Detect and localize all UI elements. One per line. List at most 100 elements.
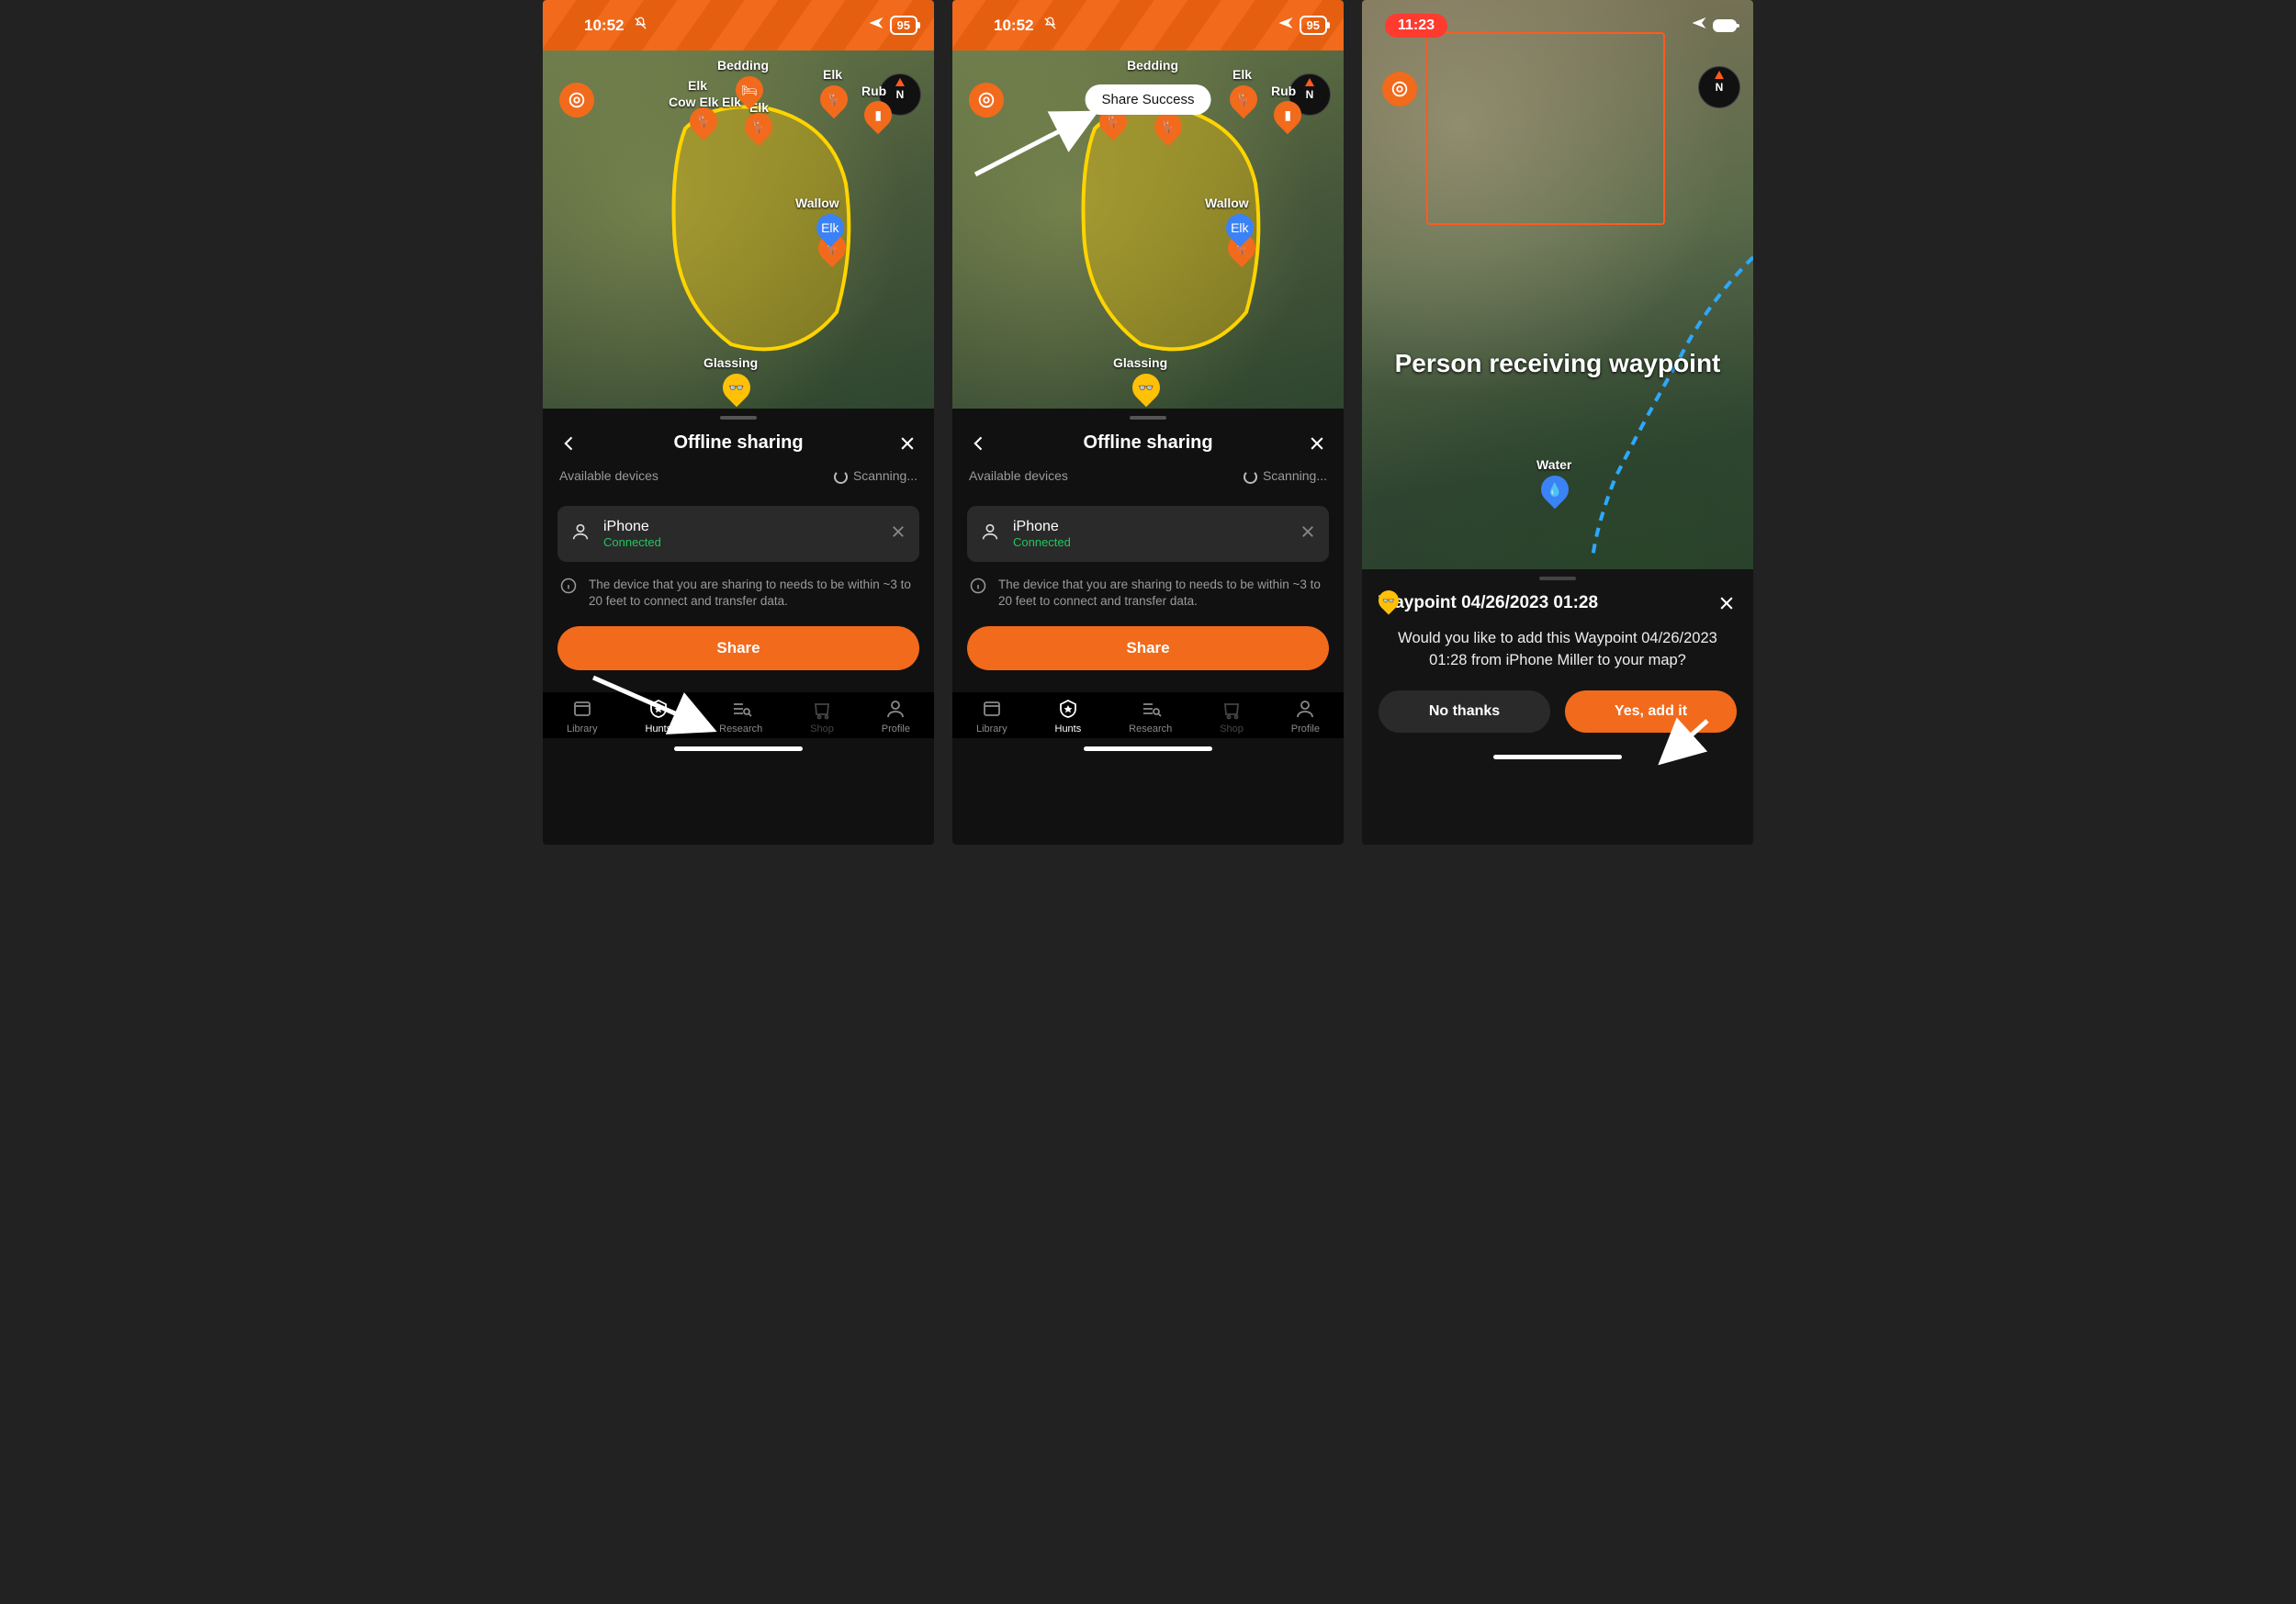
no-thanks-button[interactable]: No thanks	[1379, 690, 1550, 733]
airplane-icon	[1691, 15, 1707, 36]
compass-button[interactable]: N	[1698, 66, 1740, 108]
person-icon	[570, 522, 591, 546]
screenshot-2: 10:52 95 N Share Success Bedding Elk Rub…	[952, 0, 1344, 845]
waypoint-pin[interactable]: 🦌	[1154, 113, 1182, 148]
waypoint-label: Wallow	[795, 196, 839, 210]
tab-library[interactable]: Library	[567, 698, 598, 735]
scanning-status: Scanning...	[834, 468, 917, 484]
close-button[interactable]	[1716, 593, 1737, 613]
incoming-waypoint-sheet: 👓 Waypoint 04/26/2023 01:28 Would you li…	[1362, 569, 1753, 845]
waypoint-label: Glassing	[703, 355, 758, 370]
spinner-icon	[834, 470, 848, 484]
scanning-status: Scanning...	[1244, 468, 1327, 484]
device-name: iPhone	[1013, 519, 1071, 535]
device-status: Connected	[603, 535, 661, 549]
status-time-recording[interactable]: 11:23	[1385, 14, 1447, 38]
home-indicator[interactable]	[543, 738, 934, 758]
tab-library[interactable]: Library	[976, 698, 1007, 735]
info-note: The device that you are sharing to needs…	[952, 571, 1344, 623]
tracking-button[interactable]	[1382, 72, 1417, 107]
home-indicator[interactable]	[952, 738, 1344, 758]
device-row[interactable]: iPhone Connected	[967, 506, 1329, 562]
person-icon	[980, 522, 1000, 546]
tracking-button[interactable]	[559, 83, 594, 118]
available-devices-label: Available devices	[969, 468, 1068, 483]
sheet-title: Offline sharing	[580, 432, 897, 454]
home-indicator[interactable]	[1362, 747, 1753, 768]
waypoint-label: Rub	[861, 84, 886, 98]
confirmation-question: Would you like to add this Waypoint 04/2…	[1362, 621, 1753, 690]
track-path	[1588, 239, 1753, 560]
back-button[interactable]	[969, 433, 989, 454]
tab-bar: Library Hunts Research Shop Profile	[543, 692, 934, 738]
device-row[interactable]: iPhone Connected	[557, 506, 919, 562]
waypoint-label: Bedding	[717, 58, 769, 73]
waypoint-pin[interactable]: 🦌	[820, 85, 848, 120]
battery-indicator: 95	[1300, 16, 1327, 35]
waypoint-icon: 👓	[1379, 590, 1399, 616]
available-devices-label: Available devices	[559, 468, 658, 483]
spinner-icon	[1244, 470, 1257, 484]
tab-shop[interactable]: Shop	[1220, 698, 1244, 735]
waypoint-label: Rub	[1271, 84, 1296, 98]
waypoint-label: Glassing	[1113, 355, 1167, 370]
tab-hunts[interactable]: Hunts	[1055, 698, 1082, 735]
waypoint-pin-glassing[interactable]: 👓	[723, 374, 750, 409]
waypoint-pin-selected[interactable]: Elk	[816, 214, 844, 249]
share-button[interactable]: Share	[967, 626, 1329, 670]
info-note: The device that you are sharing to needs…	[543, 571, 934, 623]
waypoint-pin-glassing[interactable]: 👓	[1132, 374, 1160, 409]
tab-profile[interactable]: Profile	[882, 698, 910, 735]
status-bar: 11:23	[1362, 0, 1753, 50]
back-button[interactable]	[559, 433, 580, 454]
tab-shop[interactable]: Shop	[810, 698, 834, 735]
waypoint-label: Wallow	[1205, 196, 1249, 210]
airplane-icon	[868, 15, 884, 36]
tab-hunts[interactable]: Hunts	[646, 698, 672, 735]
waypoint-pin[interactable]: 🦌	[745, 113, 772, 148]
info-icon	[559, 577, 578, 595]
airplane-icon	[1277, 15, 1294, 36]
share-success-toast: Share Success	[1086, 84, 1211, 115]
remove-device-button[interactable]	[1300, 523, 1316, 544]
screenshot-3: 11:23 N Person receiving waypoint Water …	[1362, 0, 1753, 845]
screenshot-1: 10:52 95 N Bedding Elk Cow Elk Elk Elk E…	[543, 0, 934, 845]
waypoint-pin[interactable]: 🦌	[1230, 85, 1257, 120]
waypoint-pin-selected[interactable]: Elk	[1226, 214, 1254, 249]
status-time: 10:52	[584, 17, 647, 35]
remove-device-button[interactable]	[890, 523, 906, 544]
tab-bar: Library Hunts Research Shop Profile	[952, 692, 1344, 738]
battery-indicator	[1713, 19, 1737, 32]
share-button[interactable]: Share	[557, 626, 919, 670]
tab-research[interactable]: Research	[1129, 698, 1172, 735]
status-bar: 10:52 95	[952, 0, 1344, 50]
device-name: iPhone	[603, 519, 661, 535]
yes-add-it-button[interactable]: Yes, add it	[1565, 690, 1737, 733]
silent-icon	[634, 17, 647, 30]
status-bar: 10:52 95	[543, 0, 934, 50]
waypoint-pin[interactable]: 🦌	[690, 107, 717, 142]
silent-icon	[1043, 17, 1057, 30]
offline-sharing-sheet: Offline sharing Available devices Scanni…	[543, 409, 934, 845]
waypoint-pin[interactable]: ▮	[864, 101, 892, 136]
waypoint-pin[interactable]: ▮	[1274, 101, 1301, 136]
tracking-button[interactable]	[969, 83, 1004, 118]
info-icon	[969, 577, 987, 595]
battery-indicator: 95	[890, 16, 917, 35]
waypoint-pin-water[interactable]: 💧	[1541, 476, 1569, 510]
close-button[interactable]	[897, 433, 917, 454]
tab-research[interactable]: Research	[719, 698, 762, 735]
annotation-text: Person receiving waypoint	[1362, 349, 1753, 378]
waypoint-label: Elk	[688, 78, 707, 93]
waypoint-label: Elk	[1232, 67, 1252, 82]
waypoint-label: Water	[1536, 457, 1571, 472]
waypoint-label: Bedding	[1127, 58, 1178, 73]
sheet-title: Offline sharing	[989, 432, 1307, 454]
close-button[interactable]	[1307, 433, 1327, 454]
waypoint-label: Elk	[823, 67, 842, 82]
offline-sharing-sheet: Offline sharing Available devices Scanni…	[952, 409, 1344, 845]
land-boundary-box	[1426, 32, 1665, 225]
device-status: Connected	[1013, 535, 1071, 549]
waypoint-pin[interactable]: 🛏	[736, 76, 763, 111]
tab-profile[interactable]: Profile	[1291, 698, 1320, 735]
